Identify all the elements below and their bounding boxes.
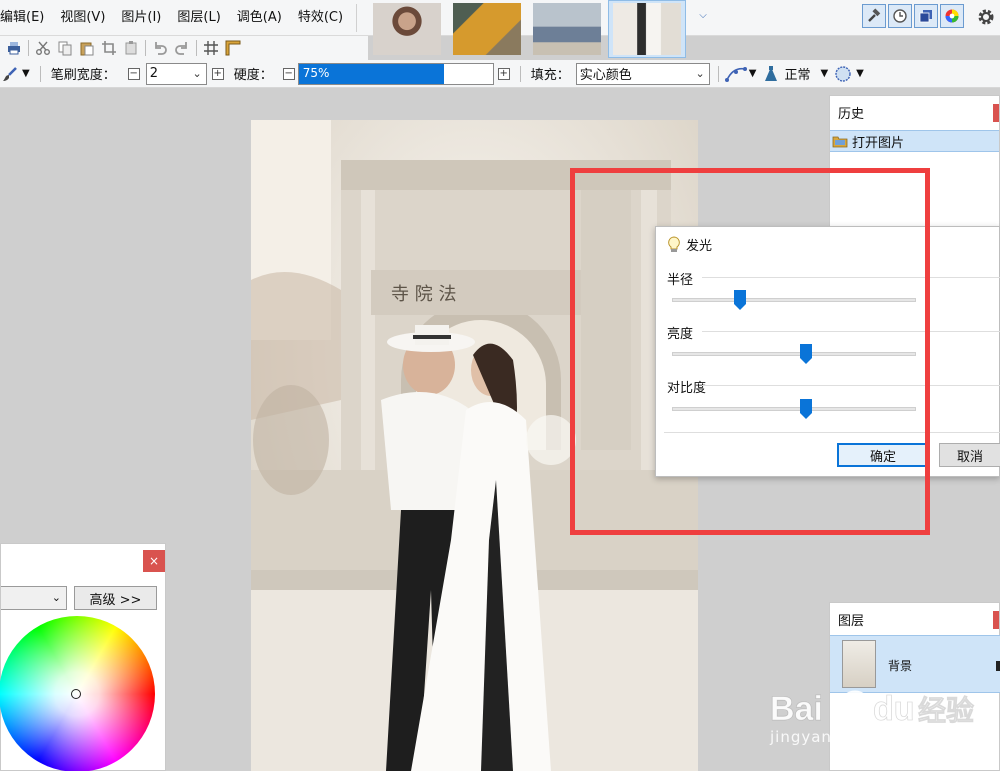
hardness-slider[interactable]: 75%	[297, 62, 494, 85]
chevron-down-icon[interactable]: ⌵	[696, 10, 710, 24]
menu-edit[interactable]: 编辑(E)	[0, 0, 52, 36]
undo-icon[interactable]	[152, 40, 168, 56]
colors-panel-button[interactable]	[940, 4, 964, 28]
blend-mode-icon[interactable]	[762, 65, 780, 83]
options-separator	[717, 65, 719, 82]
crop-icon[interactable]	[101, 40, 117, 56]
paste-new-icon[interactable]	[123, 40, 139, 56]
tools-panel-button[interactable]	[862, 4, 886, 28]
svg-text:寺 院 法: 寺 院 法	[391, 284, 456, 305]
layers-icon	[919, 10, 932, 23]
colors-close-button[interactable]: ×	[143, 550, 165, 572]
brush-icon[interactable]	[2, 66, 18, 82]
brush-width-label: 笔刷宽度：	[50, 68, 116, 83]
hardness-decrease-button[interactable]: −	[282, 67, 295, 80]
layers-panel-button[interactable]	[914, 4, 938, 28]
color-picker-handle[interactable]	[71, 689, 81, 699]
brush-width-combo[interactable]: 2 ⌄	[145, 62, 207, 85]
chevron-down-icon: ⌄	[51, 591, 61, 604]
advanced-button[interactable]: 高级 >>	[74, 586, 157, 610]
print-icon[interactable]	[6, 40, 22, 56]
thumbnail-4-image	[613, 3, 681, 55]
hardness-label: 硬度：	[233, 68, 273, 83]
history-title: 历史	[838, 106, 865, 122]
fill-value: 实心颜色	[579, 68, 632, 83]
hardness-value: 75%	[302, 65, 330, 80]
brush-dropdown-icon[interactable]: ▼	[22, 68, 30, 79]
alpha-blend-dropdown-icon[interactable]: ▼	[856, 68, 864, 79]
brush-width-decrease-button[interactable]: −	[127, 67, 140, 80]
open-folder-icon	[832, 136, 848, 148]
antialias-icon[interactable]	[724, 65, 747, 83]
gear-icon[interactable]	[975, 6, 997, 28]
menu-items: 编辑(E) 视图(V) 图片(I) 图层(L) 调色(A) 特效(C)	[0, 0, 351, 36]
menu-divider	[356, 4, 357, 32]
watermark-url: jingyan.baidu.com	[770, 728, 926, 746]
image-tabs	[368, 0, 688, 58]
thumbnail-4[interactable]	[608, 0, 686, 58]
history-item[interactable]: 打开图片	[830, 130, 999, 152]
menu-image[interactable]: 图片(I)	[113, 0, 169, 36]
options-separator	[519, 65, 521, 82]
menu-view[interactable]: 视图(V)	[52, 0, 113, 36]
redo-icon[interactable]	[174, 40, 190, 56]
cut-icon[interactable]	[35, 40, 51, 56]
layer-name: 背景	[888, 659, 913, 673]
color-wheel-icon	[945, 9, 959, 23]
brush-width-value: 2	[149, 66, 158, 81]
toolbar-separator	[28, 40, 29, 56]
colors-panel: × ⌄ 高级 >>	[0, 543, 166, 771]
toolbar-separator	[145, 40, 146, 56]
history-close-button[interactable]	[993, 104, 999, 122]
layers-close-button[interactable]	[993, 611, 999, 629]
tool-options-bar: ▼ 笔刷宽度： − 2 ⌄ + 硬度： − 75% + 填充： 实心颜色 ⌄ ▼…	[0, 60, 1000, 88]
clock-icon	[893, 9, 907, 23]
menu-layer[interactable]: 图层(L)	[169, 0, 228, 36]
svg-text:du: du	[873, 690, 915, 728]
chevron-down-icon: ⌄	[695, 66, 705, 80]
ruler-icon[interactable]	[225, 40, 241, 56]
alpha-blend-icon[interactable]	[834, 65, 852, 83]
layer-visibility-icon[interactable]	[996, 661, 1000, 671]
icon-toolbar	[0, 36, 368, 60]
svg-text:经验: 经验	[918, 694, 974, 727]
chevron-down-icon: ⌄	[192, 66, 202, 80]
hammer-icon	[868, 8, 881, 22]
layers-title: 图层	[838, 613, 865, 629]
blend-mode-dropdown-icon[interactable]: ▼	[820, 68, 828, 79]
hardness-increase-button[interactable]: +	[497, 67, 510, 80]
thumbnail-2-image	[453, 3, 521, 55]
paste-icon[interactable]	[79, 40, 95, 56]
thumbnail-3[interactable]	[528, 0, 606, 58]
grid-icon[interactable]	[203, 40, 219, 56]
highlight-frame	[570, 168, 930, 535]
history-item-label: 打开图片	[852, 135, 905, 151]
options-separator	[39, 65, 41, 82]
thumbnail-3-image	[533, 3, 601, 55]
history-panel-button[interactable]	[888, 4, 912, 28]
copy-icon[interactable]	[57, 40, 73, 56]
thumbnail-1[interactable]	[368, 0, 446, 58]
toolbar-separator	[196, 40, 197, 56]
blend-mode-value[interactable]: 正常	[784, 64, 810, 83]
brush-width-increase-button[interactable]: +	[211, 67, 224, 80]
antialias-dropdown-icon[interactable]: ▼	[749, 68, 757, 79]
svg-text:Bai: Bai	[770, 690, 823, 728]
thumbnail-2[interactable]	[448, 0, 526, 58]
fill-label: 填充：	[530, 68, 570, 83]
cancel-button[interactable]: 取消	[939, 443, 1000, 467]
color-select[interactable]: ⌄	[1, 586, 67, 610]
fill-combo[interactable]: 实心颜色 ⌄	[575, 62, 710, 85]
panel-toggles	[862, 4, 964, 28]
thumbnail-1-image	[373, 3, 441, 55]
menu-adjust[interactable]: 调色(A)	[229, 0, 290, 36]
layer-thumbnail	[842, 640, 876, 688]
menu-effects[interactable]: 特效(C)	[290, 0, 351, 36]
